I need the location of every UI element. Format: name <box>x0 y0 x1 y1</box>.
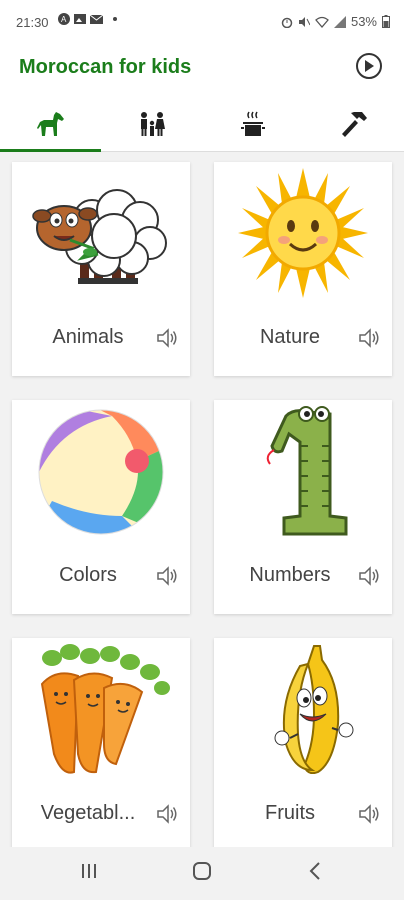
card-label: Numbers <box>249 564 331 586</box>
notification-icons: A <box>58 13 117 25</box>
home-icon[interactable] <box>192 861 212 881</box>
battery-percent: 53% <box>350 14 377 29</box>
play-all-button[interactable] <box>356 53 382 79</box>
card-label: Colors <box>59 564 117 586</box>
carrots-illustration <box>40 644 170 774</box>
card-label: Animals <box>52 326 124 348</box>
card-colors[interactable]: Colors <box>12 400 190 614</box>
tab-tools[interactable] <box>303 96 404 151</box>
number-one-illustration <box>266 406 348 536</box>
app-notification-icon: A <box>58 13 70 25</box>
card-label: Fruits <box>265 802 315 824</box>
system-navigation-bar <box>0 847 404 900</box>
card-vegetables[interactable]: Vegetabl... <box>12 638 190 852</box>
status-bar: 21:30 A 53% <box>0 0 404 44</box>
signal-icon <box>333 15 346 28</box>
speaker-icon[interactable] <box>358 565 382 587</box>
card-label: Vegetabl... <box>40 802 136 824</box>
category-grid: Animals Nature Colors Numbers Vegetabl..… <box>0 152 404 852</box>
sheep-illustration <box>32 189 167 284</box>
svg-text:A: A <box>61 15 67 24</box>
alarm-icon <box>281 17 293 28</box>
speaker-icon[interactable] <box>156 803 180 825</box>
play-icon <box>365 60 374 72</box>
more-notifications-dot <box>113 17 117 21</box>
card-animals[interactable]: Animals <box>12 162 190 376</box>
banana-illustration <box>274 645 354 774</box>
tab-kitchen[interactable] <box>202 96 303 151</box>
tab-family[interactable] <box>101 96 202 151</box>
app-title: Moroccan for kids <box>19 56 192 78</box>
speaker-icon[interactable] <box>156 565 180 587</box>
card-nature[interactable]: Nature <box>214 162 392 376</box>
recent-apps-icon[interactable] <box>80 861 98 881</box>
speaker-icon[interactable] <box>358 327 382 349</box>
beach-ball-illustration <box>38 409 164 535</box>
speaker-icon[interactable] <box>156 327 180 349</box>
back-icon[interactable] <box>308 861 322 881</box>
sun-illustration <box>238 168 368 298</box>
speaker-icon[interactable] <box>358 803 382 825</box>
app-bar: Moroccan for kids <box>0 44 404 96</box>
card-label: Nature <box>259 326 321 348</box>
category-tabs <box>0 96 404 152</box>
card-numbers[interactable]: Numbers <box>214 400 392 614</box>
system-icons: 53% <box>281 14 390 29</box>
card-fruits[interactable]: Fruits <box>214 638 392 852</box>
image-notification-icon <box>74 14 86 24</box>
family-icon <box>140 111 165 136</box>
tab-animals[interactable] <box>0 96 101 152</box>
wifi-icon <box>315 16 329 28</box>
cooking-pot-icon <box>240 111 265 136</box>
hammer-icon <box>341 111 367 137</box>
mail-notification-icon <box>90 14 103 24</box>
mute-icon <box>298 16 310 27</box>
horse-icon <box>36 111 64 136</box>
battery-icon <box>382 15 390 28</box>
status-time: 21:30 <box>16 15 49 30</box>
